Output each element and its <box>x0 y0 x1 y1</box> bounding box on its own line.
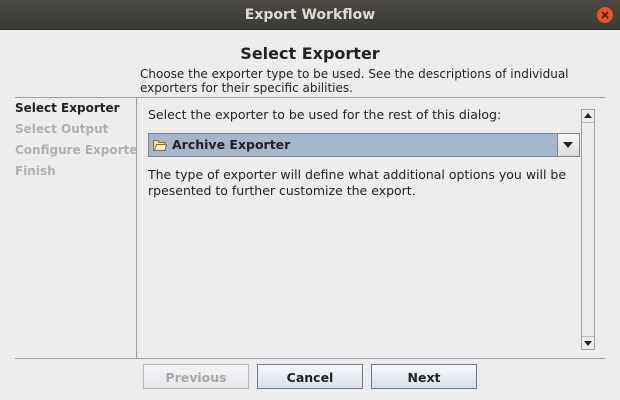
divider-bottom <box>15 358 605 359</box>
scroll-up-button[interactable] <box>582 110 594 122</box>
page-title: Select Exporter <box>240 44 380 63</box>
arrow-up-icon <box>584 113 592 118</box>
cancel-button[interactable]: Cancel <box>257 364 363 389</box>
divider-top <box>15 97 605 98</box>
vertical-scrollbar[interactable] <box>581 109 595 350</box>
step-select-exporter: Select Exporter <box>15 101 120 115</box>
window-titlebar: Export Workflow <box>0 0 620 30</box>
step-finish: Finish <box>15 164 56 178</box>
steps-list: Select Exporter Select Output Configure … <box>15 100 136 184</box>
exporter-select-value: Archive Exporter <box>172 137 291 152</box>
folder-icon <box>153 140 167 151</box>
close-button[interactable] <box>597 7 613 23</box>
exporter-description: The type of exporter will define what ad… <box>148 167 567 198</box>
scroll-track[interactable] <box>582 122 594 337</box>
exporter-prompt: Select the exporter to be used for the r… <box>148 107 502 122</box>
exporter-select[interactable]: Archive Exporter <box>148 133 580 157</box>
next-button[interactable]: Next <box>371 364 477 389</box>
close-icon <box>601 11 609 19</box>
window-title: Export Workflow <box>244 7 376 23</box>
exporter-select-dropdown-button[interactable] <box>557 134 579 156</box>
previous-button[interactable]: Previous <box>143 364 249 389</box>
divider-vertical <box>136 98 137 358</box>
step-select-output: Select Output <box>15 122 109 136</box>
page-description: Choose the exporter type to be used. See… <box>140 67 569 95</box>
chevron-down-icon <box>563 142 573 148</box>
arrow-down-icon <box>584 341 592 346</box>
step-configure-exporter: Configure Exporter <box>15 143 136 157</box>
scroll-down-button[interactable] <box>582 337 594 349</box>
